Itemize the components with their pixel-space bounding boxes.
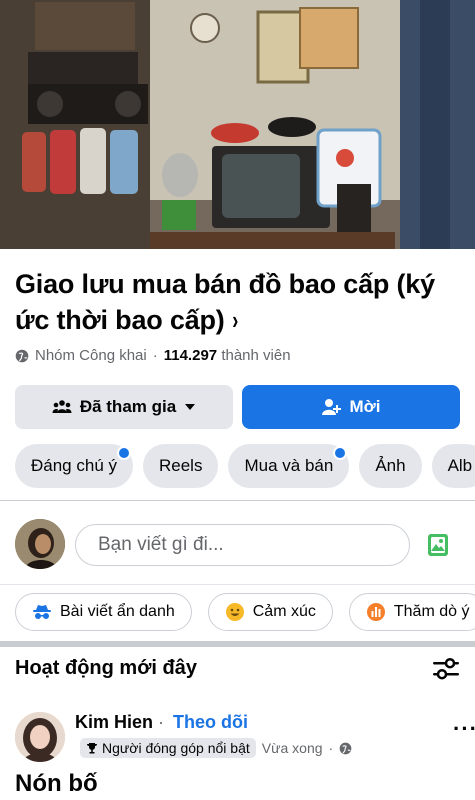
post-actions: Bài viết ẩn danh Cảm xúc Thăm dò ý bbox=[15, 593, 475, 631]
smiley-icon bbox=[225, 603, 244, 621]
composer-input[interactable]: Bạn viết gì đi... bbox=[75, 524, 410, 566]
notification-dot bbox=[333, 446, 348, 460]
follow-link[interactable]: Theo dõi bbox=[173, 712, 248, 732]
member-label: thành viên bbox=[221, 347, 291, 364]
invite-label: Mời bbox=[349, 397, 381, 416]
chevron-right-icon: › bbox=[231, 305, 238, 335]
tab-label: Reels bbox=[159, 456, 203, 475]
add-person-icon bbox=[321, 399, 341, 415]
post-meta: Người đóng góp nổi bật Vừa xong · bbox=[80, 738, 352, 758]
meta-separator: · bbox=[152, 347, 158, 364]
section-divider bbox=[0, 641, 475, 647]
tab-photos[interactable]: Ảnh bbox=[359, 444, 422, 488]
post-title: Nón bố bbox=[15, 770, 98, 797]
divider bbox=[0, 500, 475, 501]
cover-image bbox=[0, 0, 475, 249]
anonymous-label: Bài viết ẩn danh bbox=[60, 603, 175, 620]
divider bbox=[0, 584, 475, 585]
poll-icon bbox=[366, 603, 385, 621]
tab-label: Đáng chú ý bbox=[31, 456, 117, 475]
more-options-button[interactable]: ··· bbox=[453, 716, 475, 742]
group-tabs: Đáng chú ý Reels Mua và bán Ảnh Alb bbox=[15, 444, 475, 488]
tab-albums[interactable]: Alb bbox=[431, 444, 475, 488]
incognito-icon bbox=[33, 605, 51, 619]
globe-icon bbox=[15, 349, 29, 362]
tab-reels[interactable]: Reels bbox=[143, 444, 219, 488]
globe-icon bbox=[339, 742, 352, 754]
trophy-icon bbox=[87, 743, 97, 754]
joined-button[interactable]: Đã tham gia bbox=[15, 385, 233, 429]
group-cover-photo[interactable] bbox=[0, 0, 475, 249]
joined-label: Đã tham gia bbox=[79, 397, 177, 416]
group-meta: Nhóm Công khai · 114.297 thành viên bbox=[15, 347, 291, 364]
feeling-label: Cảm xúc bbox=[252, 603, 316, 620]
notification-dot bbox=[117, 446, 131, 460]
tab-label: Ảnh bbox=[375, 456, 406, 475]
tab-buy-sell[interactable]: Mua và bán bbox=[228, 444, 350, 488]
tab-label: Alb bbox=[447, 456, 473, 475]
author-name[interactable]: Kim Hien bbox=[75, 712, 153, 732]
anonymous-post-button[interactable]: Bài viết ẩn danh bbox=[15, 593, 192, 631]
group-title[interactable]: Giao lưu mua bán đồ bao cấp (ký ức thời … bbox=[15, 266, 460, 338]
group-members-icon bbox=[52, 400, 72, 413]
poll-label: Thăm dò ý bbox=[393, 603, 470, 620]
author-line: Kim Hien · Theo dõi bbox=[75, 712, 248, 733]
post-time: Vừa xong bbox=[261, 740, 323, 756]
group-title-text: Giao lưu mua bán đồ bao cấp (ký ức thời … bbox=[15, 269, 435, 335]
member-count: 114.297 bbox=[163, 347, 218, 364]
filter-sliders-icon[interactable] bbox=[433, 657, 459, 681]
author-avatar[interactable] bbox=[15, 712, 65, 762]
composer-placeholder: Bạn viết gì đi... bbox=[98, 534, 224, 555]
invite-button[interactable]: Mời bbox=[242, 385, 460, 429]
time-separator: · bbox=[328, 740, 334, 756]
poll-button[interactable]: Thăm dò ý bbox=[348, 593, 475, 631]
photo-icon[interactable] bbox=[428, 534, 448, 556]
name-separator: · bbox=[158, 712, 165, 732]
post-composer: Bạn viết gì đi... bbox=[15, 516, 460, 572]
feeling-button[interactable]: Cảm xúc bbox=[207, 593, 333, 631]
privacy-label: Nhóm Công khai bbox=[35, 347, 147, 364]
caret-down-icon bbox=[185, 404, 196, 410]
top-contributor-badge: Người đóng góp nổi bật bbox=[80, 738, 256, 758]
badge-label: Người đóng góp nổi bật bbox=[102, 740, 250, 756]
tab-label: Mua và bán bbox=[244, 456, 334, 475]
avatar[interactable] bbox=[15, 519, 65, 569]
author-avatar-image bbox=[15, 712, 65, 762]
post-header: Kim Hien · Theo dõi Người đóng góp nổi b… bbox=[15, 710, 475, 766]
avatar-image bbox=[15, 519, 65, 569]
recent-activity-heading: Hoạt động mới đây bbox=[15, 657, 198, 679]
tab-featured[interactable]: Đáng chú ý bbox=[15, 444, 133, 488]
